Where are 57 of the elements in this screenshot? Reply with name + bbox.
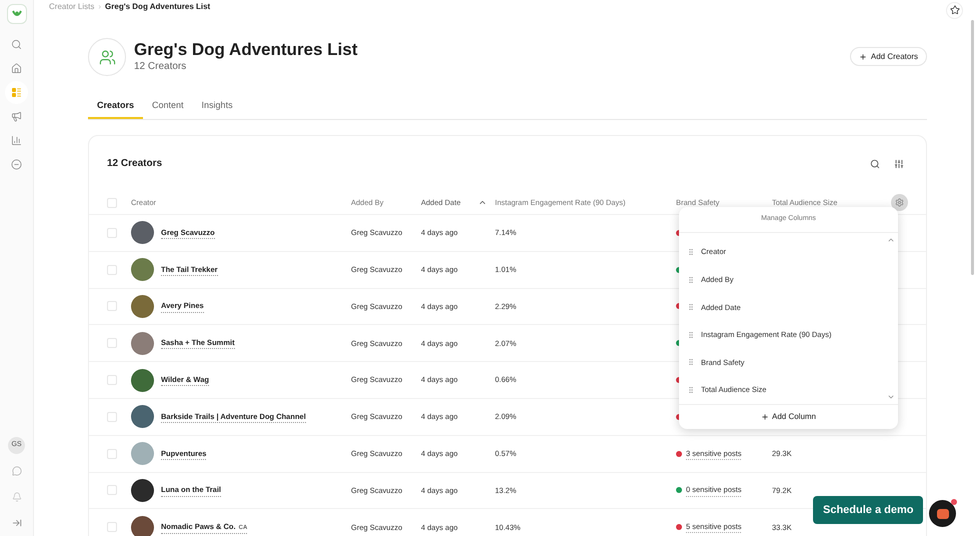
drag-handle-icon[interactable] [687,386,695,394]
search-icon[interactable] [9,37,24,52]
avatar-placeholder [131,258,154,282]
table-title: 12 Creators [107,157,162,171]
home-icon[interactable] [9,61,24,76]
row-checkbox[interactable] [107,485,117,496]
logo-icon[interactable] [6,4,26,24]
tab[interactable]: Creators [88,95,144,119]
avatar-placeholder [131,442,154,466]
row-checkbox[interactable] [107,228,117,238]
avatar-placeholder [131,332,154,355]
avatar-placeholder [131,478,154,502]
tab[interactable]: Content [143,95,193,119]
chat-bubble-icon[interactable] [929,500,956,527]
bar-chart-icon[interactable] [9,133,24,148]
creator-count: 12 Creators [134,60,188,74]
select-all-checkbox[interactable] [107,198,117,208]
drag-handle-icon[interactable] [687,276,695,284]
list-title: Greg's Dog Adventures List [134,40,358,60]
tab[interactable]: Insights [192,95,242,119]
gear-icon [895,198,904,207]
collapse-icon[interactable] [12,518,22,528]
row-checkbox[interactable] [107,301,117,312]
star-button[interactable] [946,2,963,18]
avatar-placeholder [131,516,154,536]
plus-icon [760,412,769,421]
drag-handle-icon[interactable] [687,330,695,339]
avatar-placeholder [131,294,154,318]
row-checkbox[interactable] [107,412,117,422]
settings-button[interactable] [891,194,908,211]
drag-handle-icon[interactable] [687,248,695,256]
star-icon [950,5,960,15]
chat-icon[interactable] [12,466,22,476]
group-icon [88,38,126,76]
add-creators-button[interactable]: Add Creators [850,47,927,66]
avatar-placeholder [131,368,154,392]
row-checkbox[interactable] [107,264,117,275]
plus-icon [858,52,867,60]
minus-circle-icon[interactable] [9,157,24,172]
row-checkbox[interactable] [107,448,117,459]
search-icon[interactable] [870,158,880,168]
add-column-button[interactable]: Add Column [679,404,898,429]
drag-handle-icon[interactable] [687,358,695,366]
bell-icon[interactable] [12,492,22,502]
schedule-demo-button[interactable]: Schedule a demo [813,496,924,524]
row-checkbox[interactable] [107,522,117,532]
avatar-placeholder [131,221,154,244]
sort-icon[interactable] [478,198,487,207]
avatar-placeholder [131,405,154,428]
breadcrumb-link[interactable]: Greg's Dog Adventures List [105,1,210,13]
list-icon[interactable] [9,85,24,100]
breadcrumb-separator: › [98,1,102,13]
drag-handle-icon[interactable] [687,303,695,312]
row-checkbox[interactable] [107,375,117,386]
filter-icon[interactable] [894,158,904,168]
row-checkbox[interactable] [107,338,117,348]
megaphone-icon[interactable] [9,109,24,124]
